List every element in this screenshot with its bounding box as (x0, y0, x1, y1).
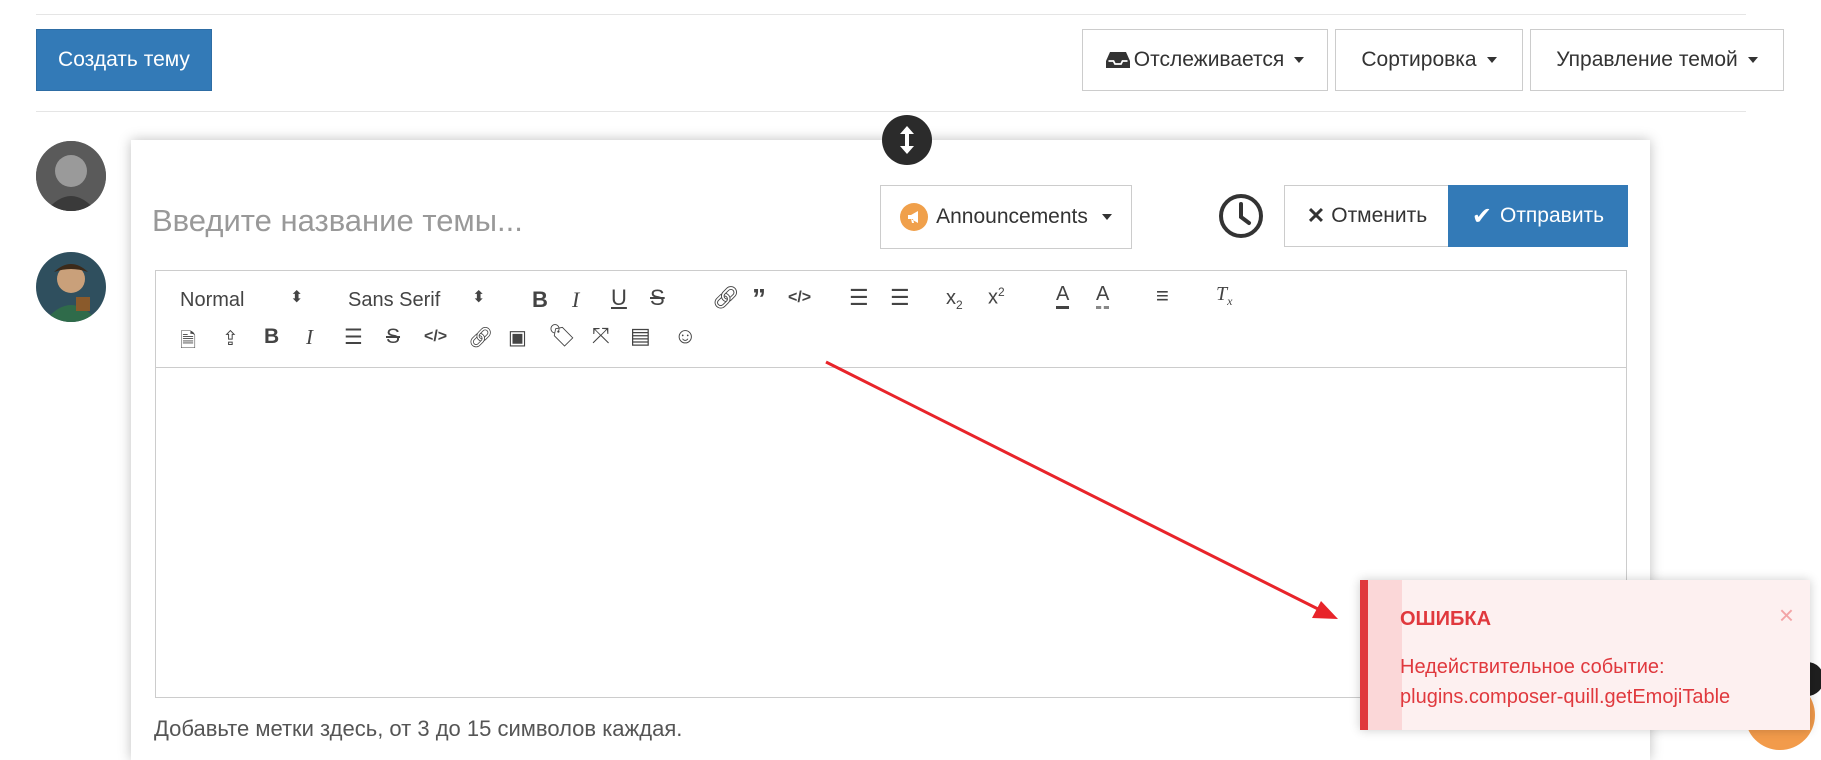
toast-stripe (1368, 580, 1402, 730)
error-toast: ОШИБКА Недействительное событие: plugins… (1360, 580, 1810, 730)
close-icon[interactable]: × (1779, 600, 1794, 631)
toast-message-line1: Недействительное событие: (1400, 656, 1665, 678)
toast-title: ОШИБКА (1400, 608, 1492, 630)
toast-message-line2: plugins.composer-quill.getEmojiTable (1400, 686, 1731, 708)
toast-message: Недействительное событие: plugins.compos… (1400, 652, 1780, 712)
resize-handle[interactable] (882, 115, 932, 165)
resize-icon (900, 126, 914, 154)
